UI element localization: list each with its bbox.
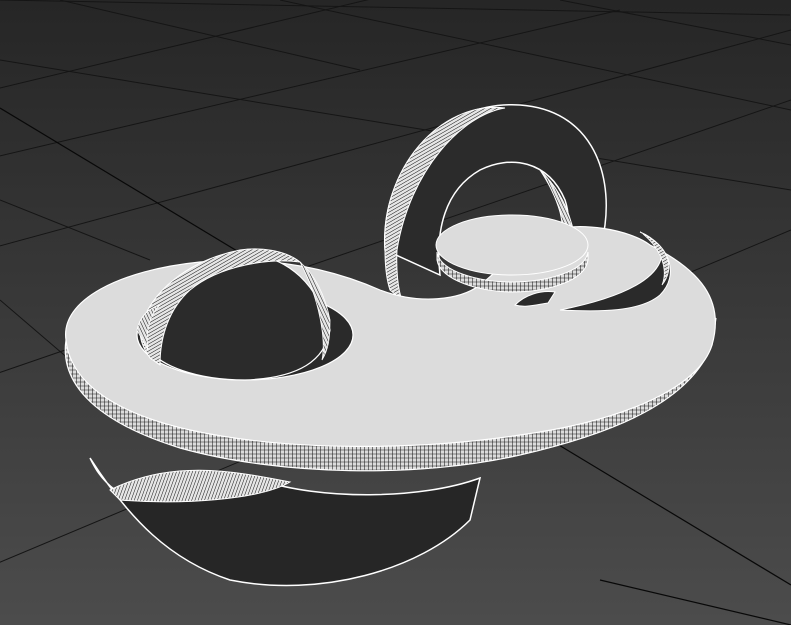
viewport-canvas[interactable]: [0, 0, 791, 625]
3d-viewport[interactable]: [0, 0, 791, 625]
